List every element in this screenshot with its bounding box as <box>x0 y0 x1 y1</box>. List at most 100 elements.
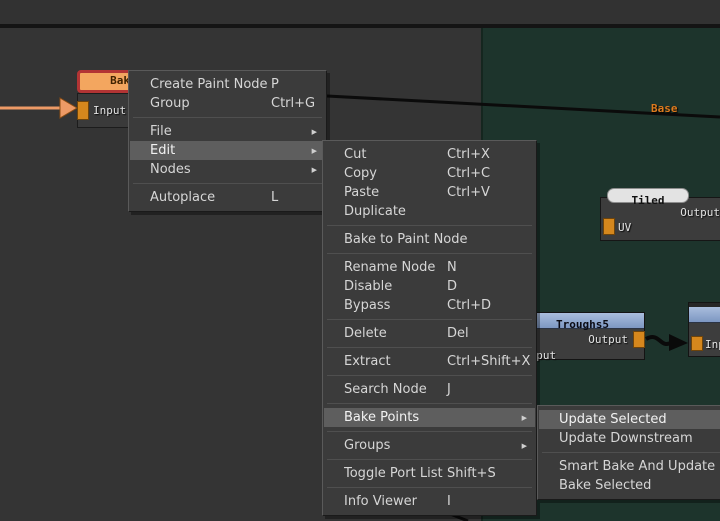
menu-item-label: Groups <box>344 438 518 453</box>
menu-separator <box>327 225 532 226</box>
menu-item-shortcut: J <box>447 382 527 397</box>
menu-separator <box>327 253 532 254</box>
menu-item-label: Copy <box>344 166 447 181</box>
menu-item-group[interactable]: GroupCtrl+G <box>130 94 325 113</box>
menu-item-paste[interactable]: PasteCtrl+V <box>324 183 535 202</box>
node-downstream-header[interactable] <box>689 307 720 323</box>
input-port-icon[interactable] <box>691 336 703 351</box>
menu-item-bake-points[interactable]: Bake Points▶ <box>324 408 535 427</box>
submenu-arrow-icon: ▶ <box>518 442 527 450</box>
menu-item-label: Bake Points <box>344 410 518 425</box>
submenu-arrow-icon: ▶ <box>518 414 527 422</box>
menu-item-edit[interactable]: Edit▶ <box>130 141 325 160</box>
menu-item-shortcut: Shift+S <box>447 466 527 481</box>
menu-item-info-viewer[interactable]: Info ViewerI <box>324 492 535 511</box>
menu-separator <box>327 431 532 432</box>
node-troughs5-header[interactable]: Troughs5 <box>521 313 644 329</box>
node-downstream[interactable]: Input <box>688 302 720 357</box>
menu-item-extract[interactable]: ExtractCtrl+Shift+X <box>324 352 535 371</box>
menu-item-shortcut: L <box>271 190 317 205</box>
menu-item-shortcut: Ctrl+V <box>447 185 527 200</box>
menu-item-search-node[interactable]: Search NodeJ <box>324 380 535 399</box>
menu-item-label: Search Node <box>344 382 447 397</box>
menu-item-label: Nodes <box>150 162 308 177</box>
menu-item-update-downstream[interactable]: Update Downstream <box>539 429 720 448</box>
port-label-input: Input <box>705 338 720 351</box>
port-label-uv: UV <box>618 221 631 234</box>
menu-item-bake-selected[interactable]: Bake Selected <box>539 476 720 495</box>
port-label-output: Output <box>588 333 628 346</box>
menu-item-shortcut: Ctrl+X <box>447 147 527 162</box>
menu-item-label: Toggle Port List <box>344 466 447 481</box>
port-label-output: Output <box>680 206 720 219</box>
wire-stream-label: Base <box>651 102 678 115</box>
menu-item-shortcut: P <box>271 77 317 92</box>
menu-item-toggle-port-list[interactable]: Toggle Port ListShift+S <box>324 464 535 483</box>
menu-separator <box>327 459 532 460</box>
menu-item-bypass[interactable]: BypassCtrl+D <box>324 296 535 315</box>
menu-item-rename-node[interactable]: Rename NodeN <box>324 258 535 277</box>
menu-item-label: Disable <box>344 279 447 294</box>
menu-item-file[interactable]: File▶ <box>130 122 325 141</box>
menu-item-shortcut: Ctrl+Shift+X <box>447 354 527 369</box>
menu-item-label: Group <box>150 96 271 111</box>
menu-separator <box>542 452 720 453</box>
context-menu: Create Paint NodePGroupCtrl+GFile▶Edit▶N… <box>128 70 327 212</box>
menu-item-shortcut: Ctrl+G <box>271 96 317 111</box>
menu-item-copy[interactable]: CopyCtrl+C <box>324 164 535 183</box>
menu-item-groups[interactable]: Groups▶ <box>324 436 535 455</box>
menu-item-label: Create Paint Node <box>150 77 271 92</box>
uv-port-icon[interactable] <box>603 218 615 235</box>
submenu-arrow-icon: ▶ <box>308 166 317 174</box>
menu-item-shortcut: D <box>447 279 527 294</box>
menu-separator <box>327 403 532 404</box>
output-port-icon[interactable] <box>633 331 645 348</box>
menu-item-label: Smart Bake And Update <box>559 459 719 474</box>
menu-item-shortcut: N <box>447 260 527 275</box>
menu-item-disable[interactable]: DisableD <box>324 277 535 296</box>
menu-item-label: Info Viewer <box>344 494 447 509</box>
menu-item-create-paint-node[interactable]: Create Paint NodeP <box>130 75 325 94</box>
top-toolbar-strip <box>0 0 720 28</box>
menu-item-label: Update Downstream <box>559 431 719 446</box>
menu-item-label: Update Selected <box>559 412 719 427</box>
menu-separator <box>327 375 532 376</box>
submenu-arrow-icon: ▶ <box>308 147 317 155</box>
menu-item-label: File <box>150 124 308 139</box>
menu-separator <box>327 487 532 488</box>
port-label: Input <box>93 104 126 117</box>
menu-item-label: Autoplace <box>150 190 271 205</box>
menu-item-shortcut: Ctrl+C <box>447 166 527 181</box>
menu-item-shortcut: I <box>447 494 527 509</box>
node-tiled[interactable]: Tiled Output UV <box>600 197 720 241</box>
node-title: Troughs5 <box>556 318 609 331</box>
menu-item-label: Paste <box>344 185 447 200</box>
menu-item-label: Rename Node <box>344 260 447 275</box>
menu-item-update-selected[interactable]: Update Selected <box>539 410 720 429</box>
menu-item-shortcut: Del <box>447 326 527 341</box>
menu-separator <box>133 183 322 184</box>
node-tiled-header[interactable]: Tiled <box>607 188 689 203</box>
menu-item-label: Delete <box>344 326 447 341</box>
menu-item-label: Duplicate <box>344 204 527 219</box>
menu-item-label: Bypass <box>344 298 447 313</box>
menu-item-label: Edit <box>150 143 308 158</box>
menu-separator <box>327 347 532 348</box>
menu-item-bake-to-paint-node[interactable]: Bake to Paint Node <box>324 230 535 249</box>
menu-item-duplicate[interactable]: Duplicate <box>324 202 535 221</box>
menu-item-cut[interactable]: CutCtrl+X <box>324 145 535 164</box>
menu-item-shortcut: Ctrl+D <box>447 298 527 313</box>
node-graph-window: Bak Input Base Tiled Output UV Troughs5 … <box>0 0 720 521</box>
bake-points-submenu: Update Selected Update Downstream Smart Ba… <box>537 405 720 500</box>
menu-item-autoplace[interactable]: AutoplaceL <box>130 188 325 207</box>
menu-item-smart-bake-and-update[interactable]: Smart Bake And Update <box>539 457 720 476</box>
submenu-arrow-icon: ▶ <box>308 128 317 136</box>
node-troughs5[interactable]: Troughs5 Output Input <box>520 312 645 360</box>
node-title: Tiled <box>631 194 664 207</box>
menu-separator <box>133 117 322 118</box>
menu-item-nodes[interactable]: Nodes▶ <box>130 160 325 179</box>
input-port-icon[interactable] <box>77 101 89 120</box>
menu-item-label: Extract <box>344 354 447 369</box>
menu-item-label: Bake to Paint Node <box>344 232 527 247</box>
menu-item-delete[interactable]: DeleteDel <box>324 324 535 343</box>
